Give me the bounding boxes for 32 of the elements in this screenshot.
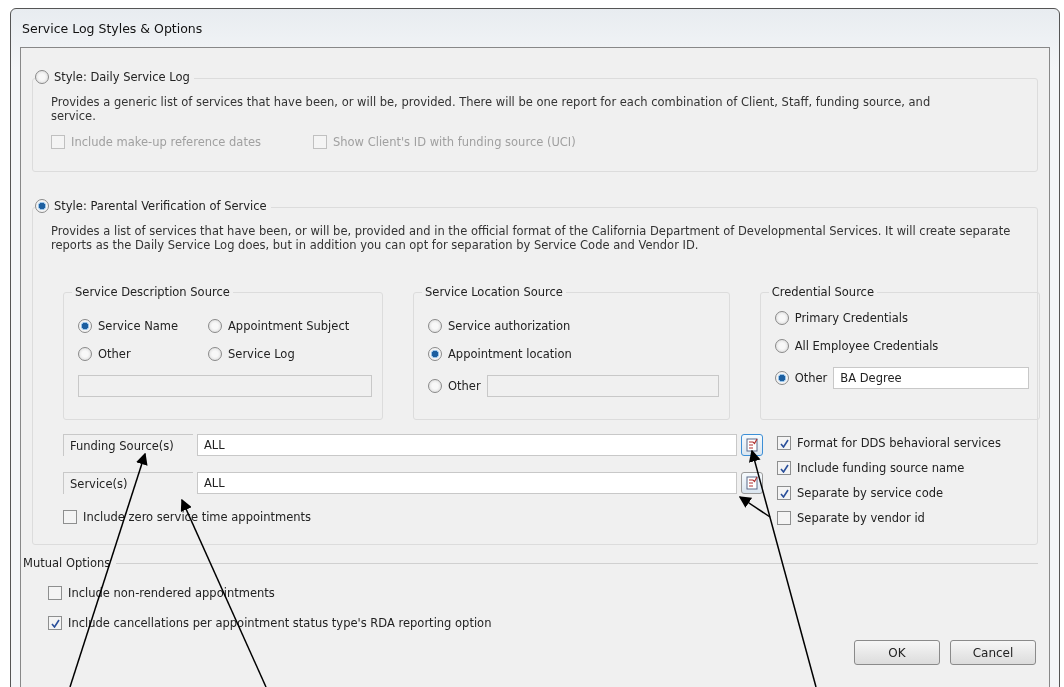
checkbox-label: Format for DDS behavioral services <box>797 436 1001 450</box>
checkbox-label: Separate by vendor id <box>797 511 925 525</box>
group-title: Service Location Source <box>422 285 566 299</box>
field-label: Service(s) <box>63 472 193 494</box>
radio-label: Service Log <box>228 347 295 361</box>
style-description: Provides a generic list of services that have been, or will be, provided. There will be one report for each combination of Client, Staff, funding source, and service. <box>51 95 932 123</box>
radio-label: Service Name <box>98 319 179 333</box>
group-title: Credential Source <box>768 285 877 299</box>
text-field[interactable]: ALL <box>197 434 737 456</box>
style-label: Style: Parental Verification of Service <box>54 199 267 213</box>
cancel-button[interactable]: Cancel <box>950 640 1036 665</box>
radio-label: Service authorization <box>448 319 571 333</box>
ok-button[interactable]: OK <box>854 640 940 665</box>
window-title: Service Log Styles & Options <box>21 19 204 38</box>
radio-label: Other <box>448 379 481 393</box>
text-field[interactable]: ALL <box>197 472 737 494</box>
group-title: Service Description Source <box>72 285 233 299</box>
radio-label: Other <box>794 371 828 385</box>
radio-label: Appointment location <box>448 347 572 361</box>
checkbox-label: Show Client's ID with funding source (UCI) <box>333 135 576 149</box>
style-label: Style: Daily Service Log <box>54 70 190 84</box>
section-title: Mutual Options <box>23 556 111 570</box>
field-label: Funding Source(s) <box>63 434 193 456</box>
style-description: Provides a list of services that have been, or will be, provided and in the official format of the California Department of Developmental Services. It will create separate reports as the Daily Service Log does, but in addition you can opt for separation by Service Code and Vendor ID. <box>51 224 1012 252</box>
checkbox-label: Include funding source name <box>797 461 965 475</box>
checkbox-label: Separate by service code <box>797 486 944 500</box>
checkbox-label: Include make-up reference dates <box>71 135 261 149</box>
text-field[interactable]: BA Degree <box>833 367 1030 389</box>
radio-label: Primary Credentials <box>794 311 908 325</box>
radio-label: Other <box>98 347 131 361</box>
radio-label: Appointment Subject <box>228 319 350 333</box>
radio-label: All Employee Credentials <box>794 339 939 353</box>
